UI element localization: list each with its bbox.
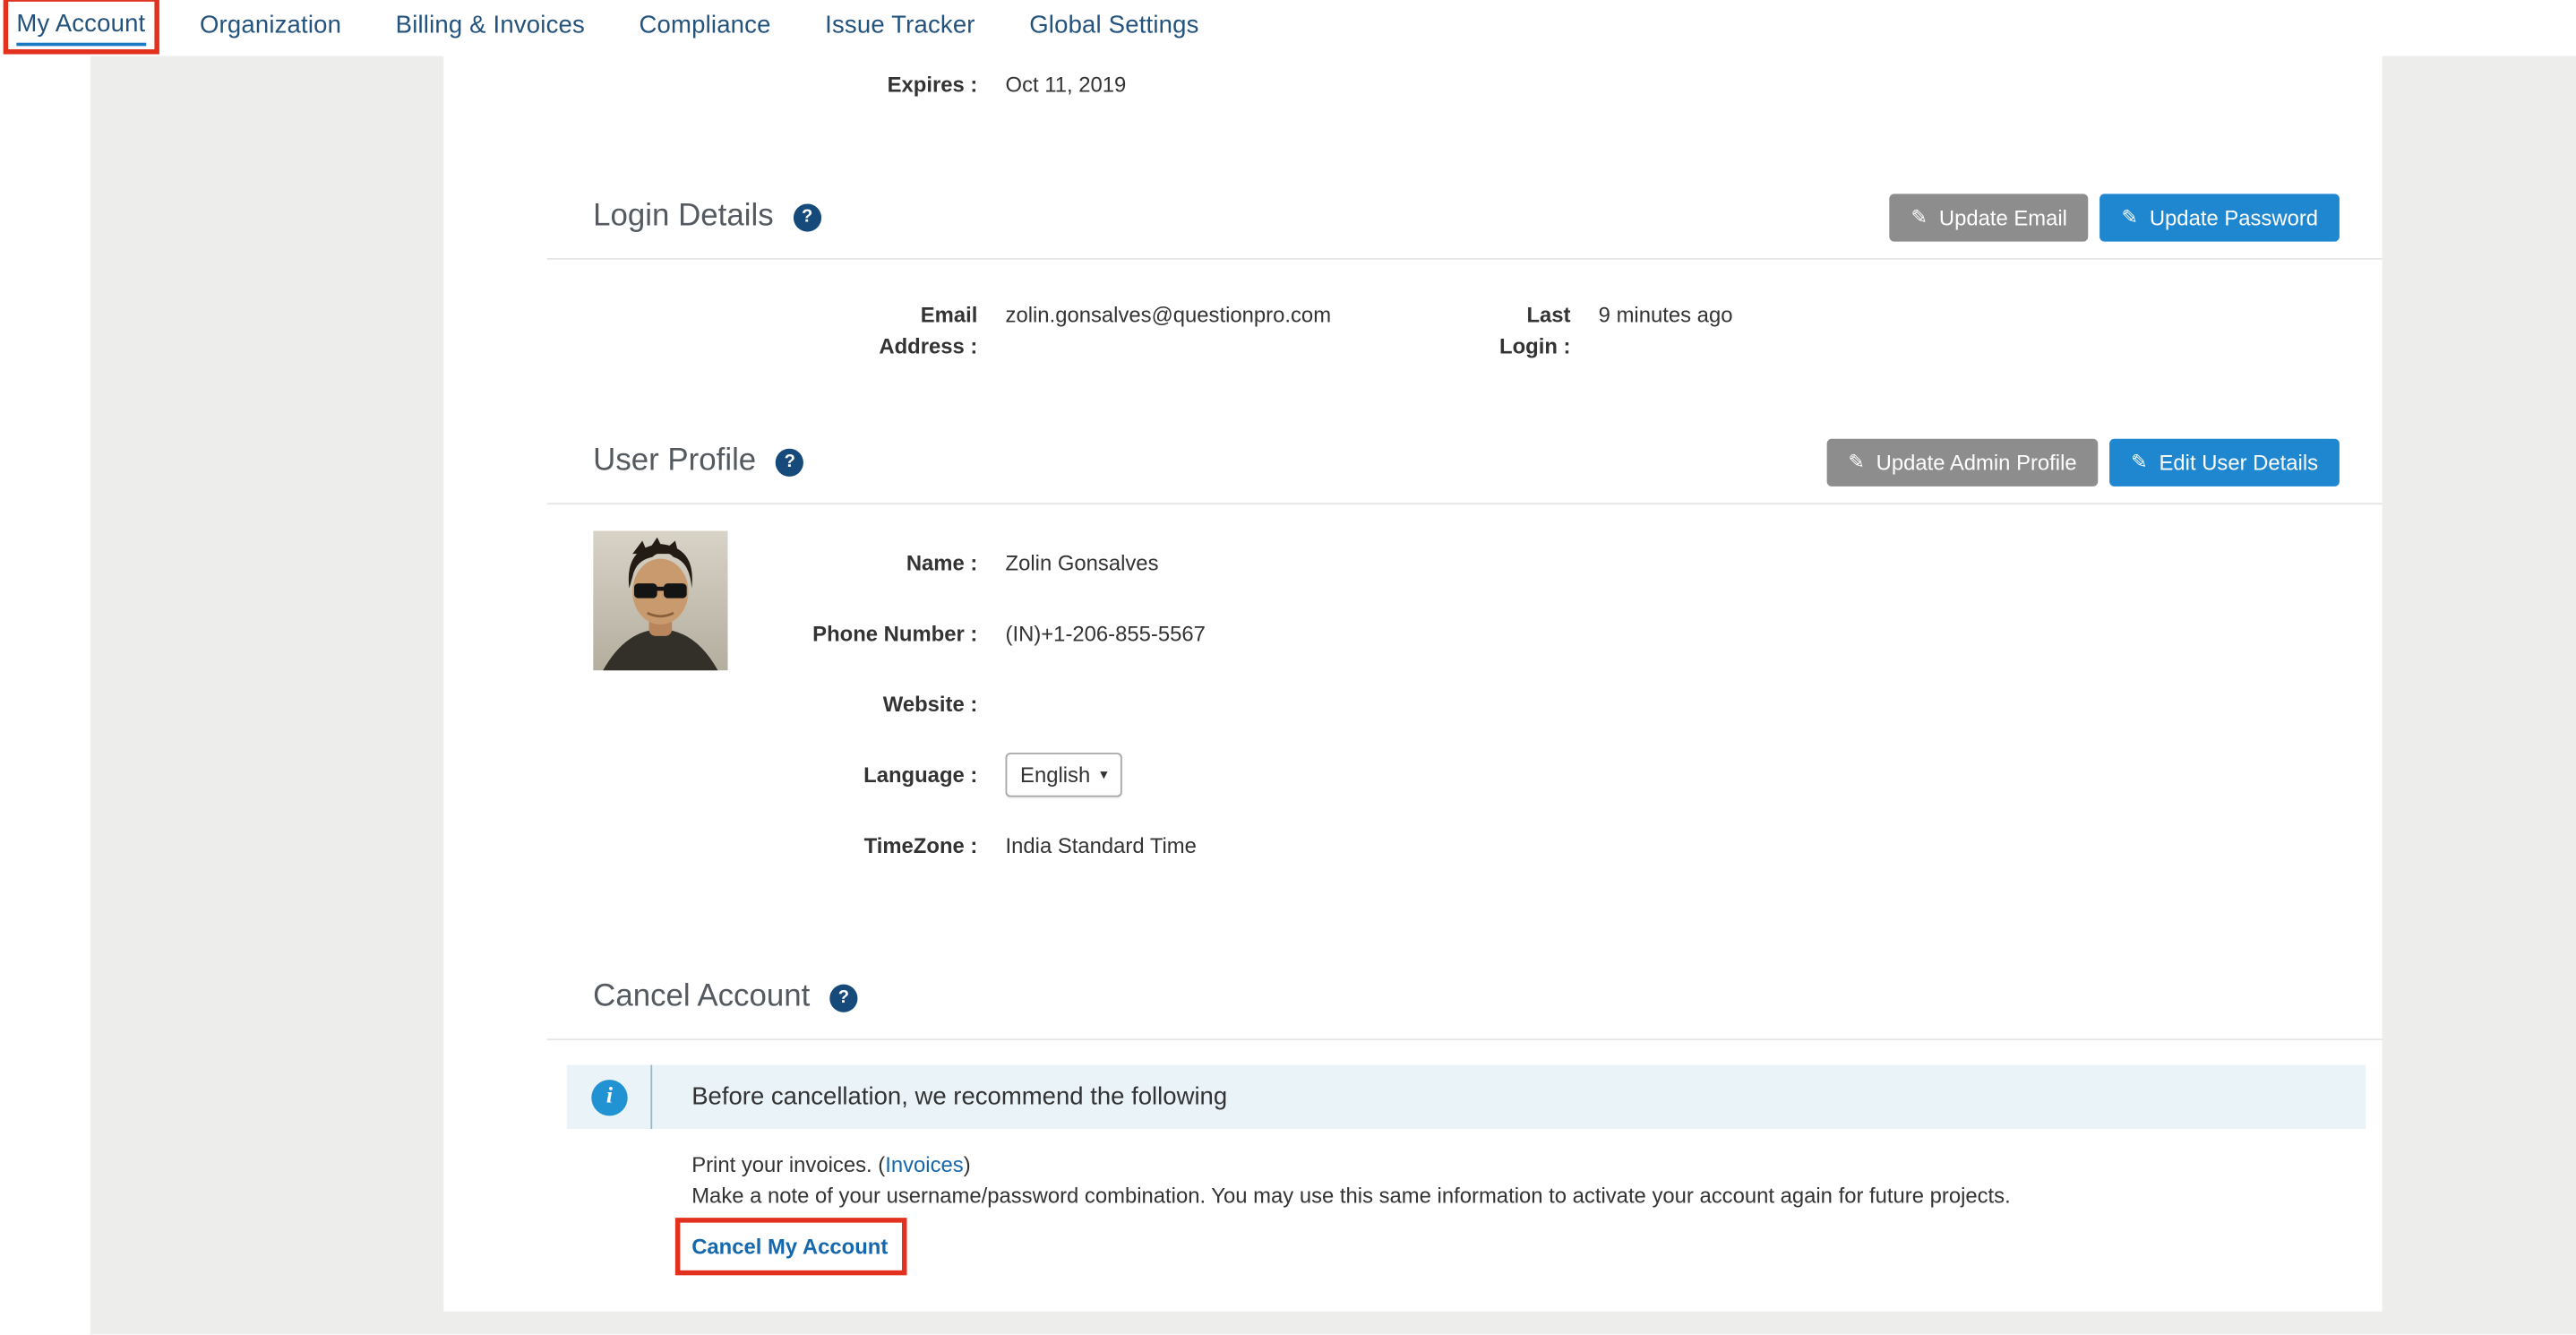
profile-website-row: Website :: [443, 669, 2382, 740]
edit-icon: ✎: [1848, 452, 1864, 471]
user-profile-body: Name : Zolin Gonsalves Phone Number : (I…: [443, 528, 2382, 881]
nav-tab-compliance-label: Compliance: [639, 12, 770, 45]
last-login-value: 9 minutes ago: [1599, 299, 1733, 331]
info-icon: i: [591, 1079, 627, 1115]
edit-icon: ✎: [2131, 452, 2147, 471]
timezone-value: India Standard Time: [1006, 830, 1197, 861]
login-details-title-text: Login Details: [593, 199, 773, 235]
user-profile-actions: ✎ Update Admin Profile ✎ Edit User Detai…: [1827, 438, 2340, 486]
profile-language-row: Language : English ▾: [443, 739, 2382, 810]
email-address-label: Email Address :: [443, 299, 977, 362]
username-password-note: Make a note of your username/password co…: [691, 1180, 2316, 1211]
content-card: Expires : Oct 11, 2019 Login Details ? ✎…: [443, 56, 2382, 1311]
nav-tab-compliance[interactable]: Compliance: [639, 12, 770, 45]
name-value: Zolin Gonsalves: [1006, 547, 1159, 579]
expires-label: Expires :: [443, 69, 977, 100]
app-viewport: My Account Organization Billing & Invoic…: [0, 0, 2576, 1335]
alert-title: Before cancellation, we recommend the fo…: [691, 1083, 1227, 1111]
phone-number-value: (IN)+1-206-855-5567: [1006, 618, 1206, 650]
cancel-my-account-wrap: Cancel My Account: [691, 1231, 888, 1262]
nav-tab-billing-invoices-label: Billing & Invoices: [396, 12, 585, 45]
help-icon[interactable]: ?: [829, 984, 857, 1012]
nav-tab-my-account[interactable]: My Account: [16, 10, 145, 46]
nav-tab-my-account-label: My Account: [16, 10, 145, 46]
cancel-account-title-text: Cancel Account: [593, 979, 810, 1015]
update-password-button[interactable]: ✎ Update Password: [2100, 194, 2340, 241]
user-profile-title: User Profile ?: [593, 444, 803, 479]
email-address-value: zolin.gonsalves@questionpro.com: [1006, 299, 1498, 331]
edit-user-details-button-label: Edit User Details: [2159, 450, 2318, 475]
timezone-label: TimeZone :: [443, 830, 977, 861]
update-admin-profile-button-label: Update Admin Profile: [1876, 450, 2077, 475]
update-admin-profile-button[interactable]: ✎ Update Admin Profile: [1827, 438, 2099, 486]
alert-divider: [650, 1065, 652, 1130]
user-profile-header: User Profile ? ✎ Update Admin Profile ✎ …: [443, 437, 2382, 487]
user-profile-title-text: User Profile: [593, 444, 756, 479]
print-invoices-line: Print your invoices. (Invoices): [691, 1149, 2316, 1180]
profile-name-row: Name : Zolin Gonsalves: [443, 528, 2382, 599]
section-divider: [547, 1038, 2383, 1040]
cancel-my-account-link[interactable]: Cancel My Account: [691, 1231, 888, 1262]
profile-phone-row: Phone Number : (IN)+1-206-855-5567: [443, 599, 2382, 669]
edit-user-details-button[interactable]: ✎ Edit User Details: [2109, 438, 2340, 486]
section-divider: [547, 258, 2383, 260]
nav-tab-billing-invoices[interactable]: Billing & Invoices: [396, 12, 585, 45]
profile-timezone-row: TimeZone : India Standard Time: [443, 810, 2382, 881]
nav-tab-organization-label: Organization: [200, 12, 341, 45]
update-email-button-label: Update Email: [1939, 204, 2067, 229]
language-select-value: English: [1020, 759, 1090, 790]
cancel-account-header: Cancel Account ?: [443, 973, 2382, 1022]
login-details-header: Login Details ? ✎ Update Email ✎ Update …: [443, 193, 2382, 242]
update-password-button-label: Update Password: [2150, 204, 2318, 229]
nav-tab-issue-tracker-label: Issue Tracker: [825, 12, 975, 45]
website-label: Website :: [443, 689, 977, 720]
login-info-row: Email Address : zolin.gonsalves@question…: [443, 299, 2382, 362]
top-navigation: My Account Organization Billing & Invoic…: [0, 0, 2576, 56]
expires-value: Oct 11, 2019: [1006, 69, 1127, 100]
help-icon[interactable]: ?: [776, 448, 803, 476]
cancel-info-alert: i Before cancellation, we recommend the …: [567, 1065, 2366, 1130]
language-select[interactable]: English ▾: [1006, 753, 1123, 797]
login-details-title: Login Details ?: [593, 199, 821, 235]
invoices-link[interactable]: Invoices: [885, 1152, 963, 1177]
language-label: Language :: [443, 759, 977, 790]
nav-tab-global-settings[interactable]: Global Settings: [1029, 12, 1198, 45]
edit-icon: ✎: [1911, 207, 1928, 227]
nav-tab-global-settings-label: Global Settings: [1029, 12, 1198, 45]
cancel-recommendations: Print your invoices. (Invoices) Make a n…: [691, 1149, 2316, 1211]
language-value-wrap: English ▾: [1006, 753, 1123, 797]
nav-tab-organization[interactable]: Organization: [200, 12, 341, 45]
nav-tab-issue-tracker[interactable]: Issue Tracker: [825, 12, 975, 45]
profile-photo: [593, 530, 727, 670]
cancel-account-title: Cancel Account ?: [593, 979, 857, 1015]
license-expires-row: Expires : Oct 11, 2019: [443, 56, 2382, 100]
edit-icon: ✎: [2122, 207, 2138, 227]
section-divider: [547, 503, 2383, 504]
last-login-label: Last Login :: [1498, 299, 1571, 362]
chevron-down-icon: ▾: [1100, 759, 1107, 790]
login-details-actions: ✎ Update Email ✎ Update Password: [1890, 194, 2340, 241]
update-email-button[interactable]: ✎ Update Email: [1890, 194, 2089, 241]
help-icon[interactable]: ?: [794, 203, 821, 231]
